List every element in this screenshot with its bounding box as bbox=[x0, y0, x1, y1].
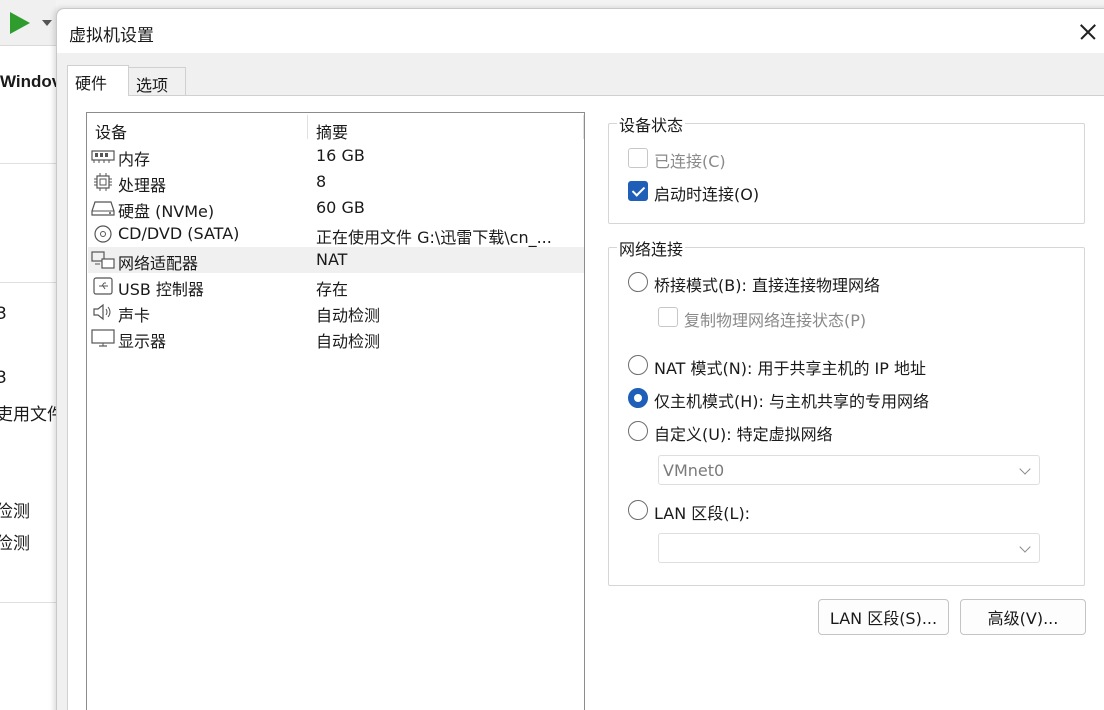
usb-icon bbox=[93, 277, 113, 295]
device-row-processor[interactable]: 处理器 8 bbox=[88, 169, 584, 195]
column-divider[interactable] bbox=[307, 115, 308, 139]
chevron-down-icon[interactable] bbox=[42, 20, 52, 26]
device-name: 网络适配器 bbox=[118, 254, 199, 273]
background-toolbar bbox=[0, 0, 56, 46]
custom-network-value: VMnet0 bbox=[663, 461, 725, 480]
device-name: 声卡 bbox=[118, 306, 151, 325]
cd-dvd-icon bbox=[94, 225, 112, 243]
divider bbox=[0, 163, 56, 164]
dialog-titlebar: 虚拟机设置 bbox=[57, 9, 1104, 53]
device-name: 显示器 bbox=[118, 332, 167, 351]
display-icon bbox=[91, 329, 115, 347]
background-text: 俭测 bbox=[0, 502, 30, 522]
divider bbox=[0, 602, 56, 603]
network-connection-group: 网络连接 桥接模式(B): 直接连接物理网络 复制物理网络连接状态(P) NAT… bbox=[608, 236, 1085, 586]
device-summary: 60 GB bbox=[316, 198, 365, 217]
background-window: Windov 3 3 吏用文件 俭测 俭测 bbox=[0, 0, 56, 710]
device-row-memory[interactable]: 内存 16 GB bbox=[88, 143, 584, 169]
chevron-down-icon bbox=[1019, 541, 1031, 553]
chevron-down-icon bbox=[1019, 463, 1031, 475]
advanced-button[interactable]: 高级(V)... bbox=[960, 599, 1086, 635]
connect-at-power-on-label[interactable]: 启动时连接(O) bbox=[654, 181, 759, 205]
background-vm-name: Windov bbox=[0, 72, 56, 91]
device-summary: 16 GB bbox=[316, 146, 365, 165]
network-adapter-icon bbox=[91, 251, 115, 269]
device-row-display[interactable]: 显示器 自动检测 bbox=[88, 325, 584, 351]
background-text: 吏用文件 bbox=[0, 405, 56, 425]
dialog-title: 虚拟机设置 bbox=[69, 26, 154, 46]
tab-hardware[interactable]: 硬件 bbox=[67, 65, 129, 96]
device-summary: 自动检测 bbox=[316, 306, 381, 325]
replicate-state-checkbox[interactable] bbox=[658, 307, 678, 327]
device-list[interactable]: 设备 摘要 内存 16 GB 处理器 8 硬盘 (NVMe) 60 GB CD/… bbox=[86, 112, 585, 710]
lan-segments-button[interactable]: LAN 区段(S)... bbox=[818, 599, 949, 635]
column-header-summary[interactable]: 摘要 bbox=[316, 119, 348, 143]
divider bbox=[0, 282, 56, 283]
device-summary: 8 bbox=[316, 172, 327, 191]
device-row-hard-disk[interactable]: 硬盘 (NVMe) 60 GB bbox=[88, 195, 584, 221]
lan-segment-label[interactable]: LAN 区段(L): bbox=[654, 500, 750, 524]
device-name: USB 控制器 bbox=[118, 280, 204, 299]
device-name: CD/DVD (SATA) bbox=[118, 224, 240, 243]
device-name: 处理器 bbox=[118, 176, 167, 195]
host-only-radio[interactable] bbox=[628, 388, 648, 408]
device-summary: 自动检测 bbox=[316, 332, 381, 351]
background-text: 3 bbox=[0, 304, 7, 324]
play-icon[interactable] bbox=[10, 12, 30, 34]
column-header-device[interactable]: 设备 bbox=[95, 119, 127, 143]
connected-checkbox[interactable] bbox=[628, 148, 648, 168]
device-row-cd-dvd[interactable]: CD/DVD (SATA) 正在使用文件 G:\迅雷下载\cn_... bbox=[88, 221, 584, 247]
sound-icon bbox=[93, 303, 111, 321]
replicate-state-label[interactable]: 复制物理网络连接状态(P) bbox=[684, 307, 866, 331]
memory-icon bbox=[91, 150, 115, 163]
nat-radio[interactable] bbox=[628, 355, 648, 375]
custom-radio[interactable] bbox=[628, 421, 648, 441]
list-header: 设备 摘要 bbox=[87, 113, 584, 143]
device-summary: NAT bbox=[316, 250, 348, 269]
lan-segment-radio[interactable] bbox=[628, 500, 648, 520]
bridged-radio[interactable] bbox=[628, 272, 648, 292]
device-row-usb[interactable]: USB 控制器 存在 bbox=[88, 273, 584, 299]
custom-network-select[interactable]: VMnet0 bbox=[658, 455, 1040, 485]
hard-disk-icon bbox=[91, 201, 115, 216]
host-only-label[interactable]: 仅主机模式(H): 与主机共享的专用网络 bbox=[654, 388, 929, 412]
lan-segment-select[interactable] bbox=[658, 533, 1040, 563]
device-summary: 正在使用文件 G:\迅雷下载\cn_... bbox=[316, 228, 552, 247]
tab-options[interactable]: 选项 bbox=[128, 67, 186, 95]
bridged-label[interactable]: 桥接模式(B): 直接连接物理网络 bbox=[654, 272, 880, 296]
connect-at-power-on-checkbox[interactable] bbox=[628, 181, 648, 201]
device-row-network-adapter[interactable]: 网络适配器 NAT bbox=[88, 247, 584, 273]
column-divider[interactable] bbox=[583, 115, 584, 139]
device-name: 硬盘 (NVMe) bbox=[118, 202, 215, 221]
device-name: 内存 bbox=[118, 150, 151, 169]
background-text: 3 bbox=[0, 368, 7, 388]
device-status-title: 设备状态 bbox=[617, 112, 686, 136]
background-text: 俭测 bbox=[0, 534, 30, 554]
custom-label[interactable]: 自定义(U): 特定虚拟网络 bbox=[654, 421, 833, 445]
nat-label[interactable]: NAT 模式(N): 用于共享主机的 IP 地址 bbox=[654, 355, 926, 379]
connected-label[interactable]: 已连接(C) bbox=[654, 148, 726, 172]
device-summary: 存在 bbox=[316, 280, 349, 299]
device-row-sound[interactable]: 声卡 自动检测 bbox=[88, 299, 584, 325]
vm-settings-dialog: 虚拟机设置 硬件 选项 设备 摘要 内存 16 GB 处理器 8 硬盘 (NVM… bbox=[56, 8, 1104, 710]
device-status-group: 设备状态 已连接(C) 启动时连接(O) bbox=[608, 112, 1085, 224]
network-connection-title: 网络连接 bbox=[617, 236, 686, 260]
processor-icon bbox=[94, 173, 112, 191]
close-icon[interactable] bbox=[1069, 17, 1104, 47]
